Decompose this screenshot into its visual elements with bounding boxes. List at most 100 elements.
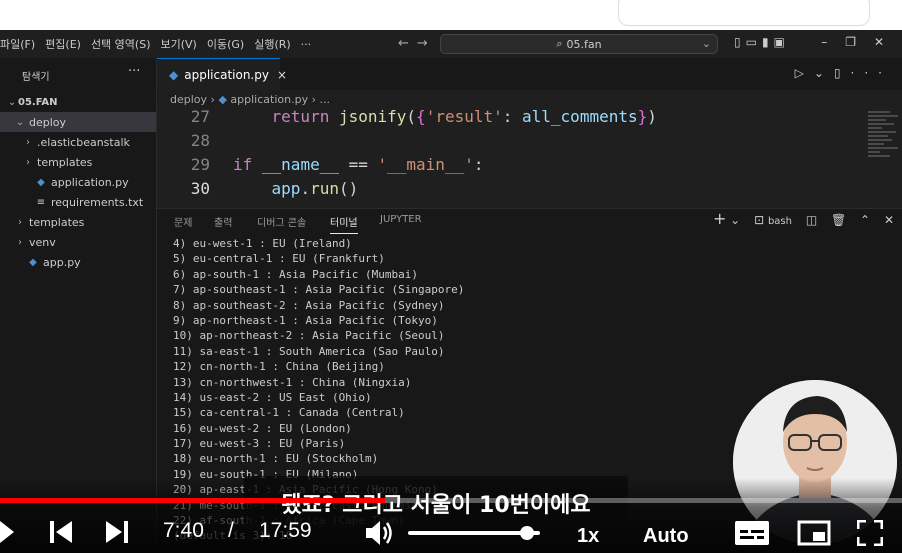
- code-token: app: [271, 179, 301, 198]
- terminal-line: 5) eu-central-1 : EU (Frankfurt): [173, 252, 385, 266]
- terminal-line: 10) ap-northeast-2 : Asia Pacific (Seoul…: [173, 329, 445, 343]
- chevron-down-icon[interactable]: ⌄: [702, 37, 711, 50]
- menu-item[interactable]: 파일(F): [0, 36, 40, 52]
- play-icon[interactable]: [0, 519, 18, 545]
- code-token: {: [416, 107, 426, 126]
- menu-item[interactable]: ···: [296, 38, 317, 51]
- editor-actions[interactable]: ▷⌄▯···: [795, 66, 892, 80]
- panel-tab[interactable]: 출력: [214, 214, 232, 229]
- previous-icon[interactable]: [50, 521, 74, 543]
- screen: 파일(F) 편집(E) 선택 영역(S) 보기(V) 이동(G) 실행(R) ··· ←→ …: [0, 0, 902, 553]
- tree-item[interactable]: › venv: [0, 232, 156, 252]
- terminal-line: 8) ap-southeast-2 : Asia Pacific (Sydney…: [173, 298, 445, 312]
- quality-setting[interactable]: Auto: [643, 525, 689, 548]
- code-token: if: [233, 155, 253, 174]
- code-token: jsonify: [338, 107, 407, 126]
- terminal-line: 7) ap-southeast-1 : Asia Pacific (Singap…: [173, 283, 465, 297]
- close-icon[interactable]: ✕: [884, 213, 894, 227]
- terminal-line: 6) ap-south-1 : Asia Pacific (Mumbai): [173, 267, 419, 281]
- tree-item[interactable]: › templates: [0, 152, 156, 172]
- current-time: 7:40: [163, 519, 204, 542]
- playback-speed[interactable]: 1x: [577, 525, 599, 548]
- nav-arrows[interactable]: ←→: [398, 36, 436, 51]
- code-token: ): [647, 107, 657, 126]
- code-token: __name__: [261, 155, 339, 174]
- fullscreen-icon[interactable]: [857, 520, 883, 546]
- workspace-root-label: 05.FAN: [18, 96, 58, 108]
- editor-tab-bar: ◆ application.py × ▷⌄▯···: [157, 58, 902, 90]
- terminal-line: 14) us-east-2 : US East (Ohio): [173, 390, 372, 404]
- tree-item[interactable]: ◆ application.py: [0, 172, 156, 192]
- explorer-more-button[interactable]: ···: [128, 64, 140, 79]
- code-line[interactable]: 27 return jsonify({'result': all_comment…: [157, 107, 865, 131]
- code-token: (): [338, 179, 359, 198]
- code-token: (: [406, 107, 417, 126]
- tree-item[interactable]: › .elasticbeanstalk: [0, 132, 156, 152]
- miniplayer-icon[interactable]: [797, 520, 831, 546]
- volume-slider-handle[interactable]: [519, 526, 534, 540]
- python-file-icon: ◆: [37, 176, 45, 188]
- menu-item[interactable]: 편집(E): [40, 36, 86, 52]
- code-token: run: [310, 179, 339, 198]
- duration: 17:59: [259, 519, 312, 542]
- terminal-line: 12) cn-north-1 : China (Beijing): [173, 360, 385, 374]
- panel-tab[interactable]: JUPYTER: [380, 214, 422, 225]
- terminal-line: 16) eu-west-2 : EU (London): [173, 421, 352, 435]
- code-line[interactable]: 28: [157, 131, 865, 155]
- terminal-icon: ⊡: [754, 213, 765, 227]
- code-token: return: [271, 107, 330, 126]
- panel-tab[interactable]: 문제: [174, 214, 192, 229]
- layout-icons[interactable]: ▯▭▮▣: [734, 35, 790, 49]
- panel-actions: + ⌄ ⊡ bash ◫ 🗑 ⌃ ✕: [713, 209, 894, 228]
- code-text: app.run(): [233, 179, 359, 198]
- menu-item[interactable]: 선택 영역(S): [86, 36, 156, 52]
- panel-tab[interactable]: 터미널: [330, 214, 358, 234]
- next-icon[interactable]: [106, 521, 130, 543]
- chevron-down-icon: ⌄: [7, 96, 17, 108]
- progress-bar[interactable]: [0, 498, 902, 503]
- shell-name[interactable]: bash: [768, 216, 792, 227]
- split-terminal-icon[interactable]: ◫: [806, 213, 817, 227]
- chevron-down-icon[interactable]: ⌄: [730, 213, 740, 227]
- command-center[interactable]: ⌕ 05.fan ⌄: [440, 34, 718, 54]
- top-card: [618, 0, 870, 26]
- search-icon: ⌕: [556, 37, 563, 50]
- volume-slider[interactable]: [408, 526, 540, 540]
- tree-item[interactable]: ≡ requirements.txt: [0, 192, 156, 212]
- trash-icon[interactable]: 🗑: [831, 213, 846, 227]
- tree-item[interactable]: ⌄ deploy: [0, 112, 156, 132]
- line-number: 28: [190, 131, 210, 150]
- close-icon[interactable]: ×: [277, 68, 287, 82]
- window-controls[interactable]: –❐✕: [821, 35, 902, 49]
- subtitles-icon[interactable]: [734, 520, 770, 546]
- tree-item[interactable]: ◆ app.py: [0, 252, 156, 272]
- tree-item[interactable]: › templates: [0, 212, 156, 232]
- tab-application-py[interactable]: ◆ application.py ×: [157, 58, 287, 90]
- code-token: ==: [338, 155, 378, 174]
- code-editor[interactable]: 27 return jsonify({'result': all_comment…: [157, 105, 865, 207]
- python-file-icon: ◆: [169, 67, 179, 82]
- add-terminal-button[interactable]: +: [713, 209, 726, 228]
- minimap[interactable]: [865, 105, 902, 207]
- code-line[interactable]: 30 app.run(): [157, 179, 865, 203]
- menu-item[interactable]: 이동(G): [202, 36, 249, 52]
- menu-item[interactable]: 보기(V): [155, 36, 201, 52]
- chevron-right-icon: ›: [26, 156, 30, 168]
- code-line[interactable]: 29 if __name__ == '__main__':: [157, 155, 865, 179]
- tree-item-label: application.py: [51, 175, 129, 189]
- chevron-up-icon[interactable]: ⌃: [860, 213, 870, 227]
- explorer-header: 탐색기: [22, 72, 50, 83]
- code-token: '__main__': [377, 155, 474, 174]
- menu-item[interactable]: 실행(R): [249, 36, 295, 52]
- command-center-text: 05.fan: [566, 37, 602, 51]
- chevron-right-icon: ›: [18, 236, 22, 248]
- chevron-down-icon: ⌄: [15, 116, 25, 128]
- progress-bar-played: [0, 498, 385, 503]
- chevron-right-icon: ›: [18, 216, 22, 228]
- panel-tab[interactable]: 디버그 콘솔: [257, 214, 306, 229]
- workspace-root[interactable]: ⌄ 05.FAN: [0, 92, 156, 112]
- volume-icon[interactable]: [366, 520, 394, 546]
